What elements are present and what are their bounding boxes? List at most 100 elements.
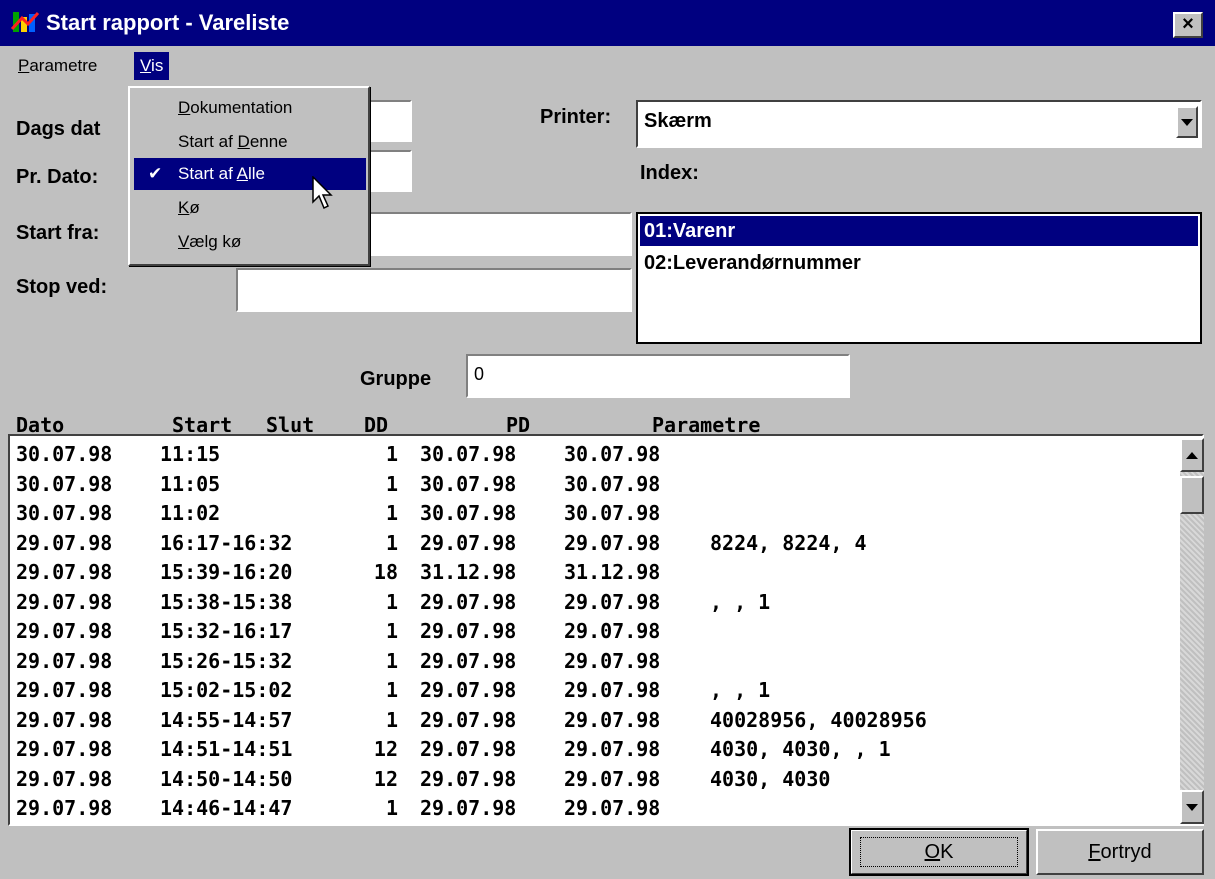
log-cell-dato: 30.07.98 [16, 501, 113, 525]
log-cell-pd2: 29.07.98 [564, 678, 661, 702]
log-cell-pd: 30.07.98 [420, 501, 517, 525]
stop-ved-field[interactable] [236, 268, 632, 312]
scroll-thumb[interactable] [1180, 476, 1204, 514]
cancel-button[interactable]: Fortryd [1036, 829, 1204, 875]
log-cell-pd2: 29.07.98 [564, 589, 661, 614]
start-fra-label: Start fra: [16, 222, 100, 244]
log-cell-tid: 16:17-16:32 [160, 530, 293, 555]
index-label: Index: [640, 162, 699, 184]
log-cell-dd: 18 [373, 560, 398, 584]
gruppe-label: Gruppe [360, 368, 432, 390]
log-cell-dato: 30.07.98 [16, 442, 113, 466]
log-cell-pd2: 29.07.98 [564, 619, 661, 643]
report-log-list[interactable]: 30.07.98 11:15 1 30.07.98 30.07.98 30.07.98 11… [8, 434, 1204, 826]
index-item[interactable]: 02:Leverandørnummer [640, 248, 1198, 278]
log-cell-dato: 29.07.98 [16, 619, 113, 643]
log-cell-tid: 15:26-15:32 [160, 648, 293, 673]
log-cell-param: 4030, 4030 [710, 766, 831, 791]
menu-bar: Parametre Vis [0, 46, 1215, 86]
start-fra-field[interactable] [362, 212, 632, 256]
log-cell-tid: 11:05 [160, 471, 221, 496]
index-item[interactable]: 01:Varenr [640, 216, 1198, 246]
log-cell-tid: 15:32-16:17 [160, 619, 293, 643]
log-cell-tid: 11:15 [160, 442, 221, 466]
log-cell-param: , , 1 [710, 589, 771, 614]
log-cell-tid: 15:38-15:38 [160, 589, 293, 614]
mouse-cursor-icon [312, 176, 333, 210]
log-cell-pd: 30.07.98 [420, 442, 517, 466]
printer-select[interactable]: Skærm [636, 100, 1202, 148]
stop-ved-label: Stop ved: [16, 276, 108, 298]
log-cell-pd: 30.07.98 [420, 471, 517, 496]
log-cell-pd: 29.07.98 [420, 707, 517, 732]
log-cell-dato: 29.07.98 [16, 589, 113, 614]
scroll-down-button[interactable] [1180, 790, 1204, 824]
log-cell-param: 4030, 4030, , 1 [710, 737, 891, 761]
log-cell-tid: 14:51-14:51 [160, 737, 293, 761]
close-button[interactable]: × [1173, 12, 1203, 38]
gruppe-field[interactable]: 0 [466, 354, 850, 398]
log-cell-pd2: 30.07.98 [564, 442, 661, 466]
log-cell-param: , , 1 [710, 678, 771, 702]
log-cell-pd: 29.07.98 [420, 678, 517, 702]
log-cell-tid: 11:02 [160, 501, 221, 525]
log-cell-dd: 1 [385, 501, 398, 525]
log-cell-pd2: 29.07.98 [564, 796, 661, 820]
log-cell-dd: 1 [385, 678, 398, 702]
log-cell-dd: 1 [385, 707, 398, 732]
title-bar: Start rapport - Vareliste × [0, 0, 1215, 46]
log-cell-pd2: 29.07.98 [564, 530, 661, 555]
log-cell-pd: 31.12.98 [420, 560, 517, 584]
window-title: Start rapport - Vareliste [46, 10, 290, 35]
log-cell-dd: 12 [373, 766, 398, 791]
menu-item-vaelg-koe[interactable]: Vælg kø [134, 226, 366, 258]
log-cell-tid: 14:50-14:50 [160, 766, 293, 791]
log-cell-pd: 29.07.98 [420, 648, 517, 673]
log-cell-pd: 29.07.98 [420, 530, 517, 555]
log-cell-dd: 1 [385, 796, 398, 820]
dags-dato-label: Dags dat [16, 118, 101, 140]
log-cell-dd: 1 [385, 589, 398, 614]
app-icon [10, 11, 40, 32]
log-cell-tid: 14:46-14:47 [160, 796, 293, 820]
log-cell-dato: 29.07.98 [16, 678, 113, 702]
log-cell-pd: 29.07.98 [420, 766, 517, 791]
log-cell-pd2: 29.07.98 [564, 737, 661, 761]
log-cell-dd: 1 [385, 619, 398, 643]
printer-dropdown-button[interactable] [1176, 106, 1198, 138]
menu-item-start-af-denne[interactable]: Start af Denne [134, 126, 366, 158]
pr-dato-label: Pr. Dato: [16, 166, 99, 188]
log-cell-param: 40028956, 40028956 [710, 707, 927, 732]
log-cell-pd2: 29.07.98 [564, 707, 661, 732]
log-cell-dato: 29.07.98 [16, 737, 113, 761]
log-cell-dato: 30.07.98 [16, 471, 113, 496]
scroll-up-button[interactable] [1180, 438, 1204, 472]
log-cell-pd2: 31.12.98 [564, 560, 661, 584]
index-list[interactable]: 01:Varenr 02:Leverandørnummer [636, 212, 1202, 344]
log-cell-tid: 15:02-15:02 [160, 678, 293, 702]
log-cell-pd: 29.07.98 [420, 589, 517, 614]
printer-value: Skærm [644, 110, 712, 132]
vertical-scrollbar[interactable] [1180, 438, 1204, 824]
log-cell-pd2: 30.07.98 [564, 501, 661, 525]
log-cell-dd: 12 [373, 737, 398, 761]
log-cell-dd: 1 [385, 442, 398, 466]
log-cell-dd: 1 [385, 648, 398, 673]
menu-parametre[interactable]: Parametre [12, 52, 103, 80]
log-cell-tid: 14:55-14:57 [160, 707, 293, 732]
log-cell-pd2: 30.07.98 [564, 471, 661, 496]
log-cell-tid: 15:39-16:20 [160, 560, 293, 584]
menu-item-dokumentation[interactable]: Dokumentation [134, 92, 366, 124]
log-cell-dato: 29.07.98 [16, 796, 113, 820]
log-cell-dato: 29.07.98 [16, 530, 113, 555]
check-icon: ✔ [148, 164, 163, 183]
log-cell-pd: 29.07.98 [420, 619, 517, 643]
printer-label: Printer: [540, 106, 612, 128]
log-cell-dato: 29.07.98 [16, 560, 113, 584]
log-cell-dato: 29.07.98 [16, 707, 113, 732]
gruppe-value: 0 [474, 364, 485, 384]
log-cell-dd: 1 [385, 530, 398, 555]
menu-vis[interactable]: Vis [134, 52, 170, 80]
log-cell-dato: 29.07.98 [16, 648, 113, 673]
ok-button[interactable]: OK [849, 828, 1029, 876]
